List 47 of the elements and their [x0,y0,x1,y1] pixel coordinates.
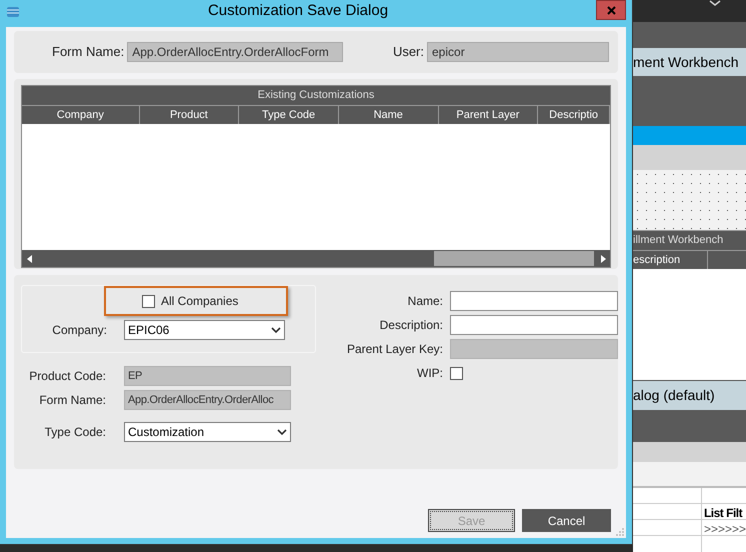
workbench-tab[interactable]: ment Workbench [633,48,746,76]
input-field[interactable] [450,291,618,311]
input-field[interactable] [450,315,618,335]
form-name-field[interactable]: App.OrderAllocEntry.OrderAllocForm [127,42,344,62]
field-label: Company: [51,322,108,339]
user-label: User: [392,43,424,62]
cancel-button[interactable]: Cancel [522,509,611,532]
database-icon [6,6,20,18]
field-label: Product Code: [28,368,107,385]
column-header[interactable]: Type Code [239,106,339,124]
field-label: Name: [406,293,444,310]
scrollbar-thumb[interactable] [434,251,594,266]
close-button[interactable] [596,0,626,20]
grid-title: Existing Customizations [22,86,610,105]
chevron-down-icon[interactable] [708,0,720,7]
close-icon [606,6,616,14]
form-name-label: Form Name: [52,43,124,62]
field-label: Type Code: [44,424,107,441]
readonly-field[interactable]: App.OrderAllocEntry.OrderAlloc [124,390,291,410]
window-title: Customization Save Dialog [206,1,390,22]
field-label: Form Name: [38,392,107,409]
column-header[interactable]: Parent Layer [438,106,538,124]
right-arrow-icon[interactable] [600,254,606,262]
column-header[interactable]: Descriptio [538,106,610,124]
left-arrow-icon[interactable] [27,254,33,262]
column-header[interactable]: Product [140,106,240,124]
checkbox[interactable] [142,294,155,308]
readonly-field[interactable]: EP [124,366,291,386]
horizontal-scrollbar[interactable] [22,250,610,267]
resize-grip-icon [616,528,624,536]
dropdown-field[interactable]: EPIC06 [124,320,285,340]
readonly-field[interactable] [450,339,618,359]
column-header[interactable]: Name [338,106,439,124]
field-label: Description: [378,317,444,334]
dropdown-field[interactable]: Customization [124,422,291,442]
user-field[interactable]: epicor [427,42,609,62]
checkbox[interactable] [450,366,463,380]
checkbox-label: All Companies [161,293,238,310]
grid-title: illment Workbench [633,230,746,250]
chevron-down-icon [277,428,287,436]
dialog-tab[interactable]: alog (default) [633,380,746,410]
table-cell: >>>>>> [702,520,746,536]
table-cell: List Filt [702,504,746,520]
chevron-down-icon [271,326,281,334]
column-header[interactable]: Company [22,106,140,124]
field-label: Parent Layer Key: [346,341,444,358]
field-label: WIP: [416,365,444,382]
